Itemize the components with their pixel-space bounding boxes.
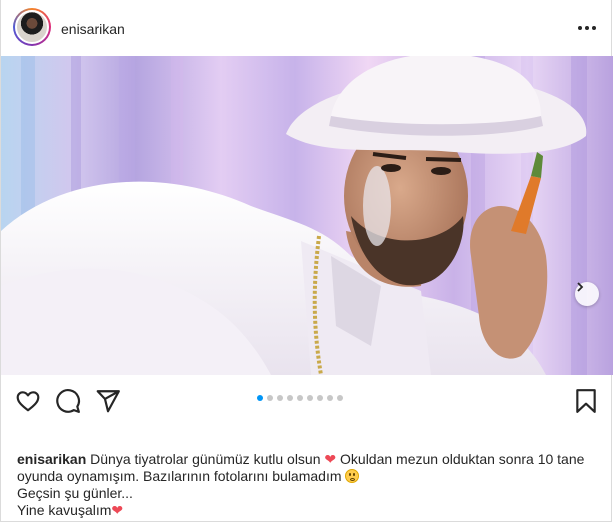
instagram-post: enisarikan enisarikan Dünya tiyatrolar g… (0, 0, 613, 522)
comment-icon (56, 389, 81, 413)
carousel-dot (287, 395, 293, 401)
caption-line-4: Yine kavuşalım❤ (17, 502, 607, 519)
carousel-dot (337, 395, 343, 401)
carousel-dot (277, 395, 283, 401)
caption-text: oyunda oynamışım. Bazılarının fotolarını… (17, 468, 342, 484)
red-heart-emoji: ❤ (111, 502, 124, 518)
avatar-image (15, 10, 49, 44)
caption-line-3: Geçsin şu günler... (17, 485, 133, 501)
carousel-dot (317, 395, 323, 401)
post-username[interactable]: enisarikan (61, 21, 125, 37)
carousel-dot (297, 395, 303, 401)
more-options-button[interactable] (577, 20, 597, 36)
caption-username[interactable]: enisarikan (17, 451, 86, 467)
more-horizontal-icon-dot (585, 26, 589, 30)
carousel-dot (307, 395, 313, 401)
red-heart-emoji: ❤ (324, 451, 337, 467)
post-actions (1, 375, 613, 425)
caption-line-1: enisarikan Dünya tiyatrolar günümüz kutl… (17, 451, 607, 468)
heart-icon (16, 391, 40, 412)
more-horizontal-icon (578, 26, 582, 30)
save-button[interactable] (573, 388, 599, 414)
caption-line-2: oyunda oynamışım. Bazılarının fotolarını… (17, 468, 607, 485)
caption-text: Okuldan mezun olduktan sonra 10 tane (340, 451, 585, 467)
send-icon (96, 390, 120, 413)
carousel-dot (267, 395, 273, 401)
carousel-dot-active (257, 395, 263, 401)
comment-button[interactable] (55, 388, 81, 414)
next-image-button[interactable] (575, 282, 599, 306)
more-horizontal-icon-dot (592, 26, 596, 30)
post-caption: enisarikan Dünya tiyatrolar günümüz kutl… (17, 451, 607, 519)
post-image[interactable] (1, 56, 613, 375)
caption-text: Yine kavuşalım (17, 502, 112, 518)
bookmark-icon (576, 389, 596, 413)
avatar[interactable] (13, 8, 51, 46)
like-button[interactable] (15, 388, 41, 414)
caption-text: Dünya tiyatrolar günümüz kutlu olsun (90, 451, 321, 467)
chevron-right-icon (577, 282, 584, 292)
carousel-dot (327, 395, 333, 401)
flushed-face-emoji (345, 469, 360, 483)
post-photo-illustration (1, 56, 587, 375)
share-button[interactable] (95, 388, 121, 414)
post-header: enisarikan (1, 0, 613, 56)
carousel-indicator (257, 395, 343, 401)
